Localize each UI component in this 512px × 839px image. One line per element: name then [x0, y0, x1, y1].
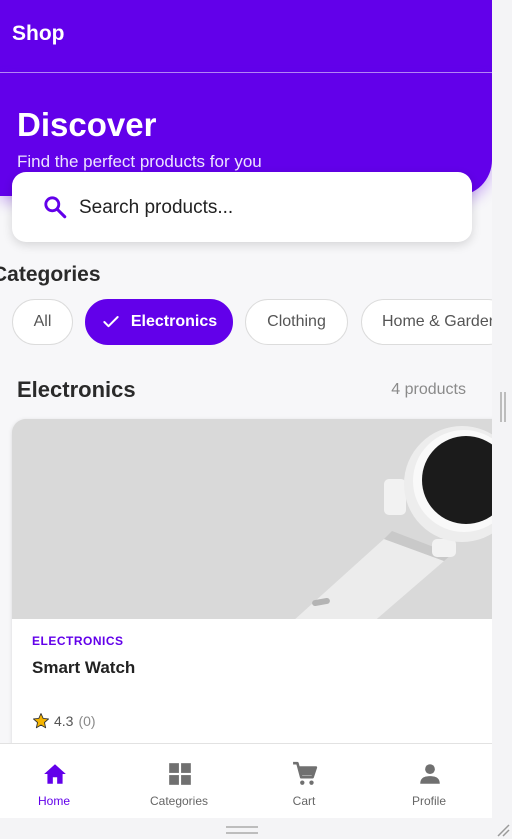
chip-home-garden[interactable]: Home & Garden [361, 299, 492, 345]
categories-heading: Categories [0, 263, 101, 286]
search-input[interactable] [77, 190, 451, 226]
star-icon [33, 713, 49, 729]
grid-icon [169, 763, 191, 785]
chip-label: Electronics [130, 313, 218, 330]
category-chips: All Electronics Clothing Home & Garden [0, 299, 492, 347]
product-rating: 4.3 (0) [32, 711, 96, 731]
scrollbar-handle[interactable] [500, 392, 506, 422]
review-count: (0) [78, 713, 96, 729]
app-title: Shop [12, 22, 65, 45]
product-card[interactable]: ELECTRONICS Smart Watch 4.3 (0) [12, 419, 492, 759]
smart-watch-image [12, 419, 492, 649]
check-icon [103, 316, 119, 328]
hero-subtitle: Find the perfect products for you [17, 152, 262, 171]
nav-cart[interactable]: Cart [259, 744, 349, 818]
home-icon [44, 764, 66, 784]
chip-label: All [33, 313, 52, 330]
product-image [12, 419, 492, 649]
shop-app: Shop Discover Find the perfect products … [0, 0, 492, 818]
nav-label: Categories [149, 794, 209, 808]
product-name: Smart Watch [32, 658, 136, 677]
chip-clothing[interactable]: Clothing [245, 299, 348, 345]
nav-profile[interactable]: Profile [384, 744, 474, 818]
search-icon[interactable] [42, 194, 68, 220]
nav-home[interactable]: Home [9, 744, 99, 818]
nav-label: Cart [292, 794, 316, 808]
hero-title: Discover [17, 106, 157, 143]
chip-label: Clothing [267, 313, 326, 330]
person-icon [420, 764, 440, 784]
resize-handle[interactable] [226, 826, 258, 834]
bottom-navigation: Home Categories Cart Profile [0, 743, 492, 818]
nav-categories[interactable]: Categories [134, 744, 224, 818]
rating-value: 4.3 [54, 713, 74, 729]
section-title: Electronics [17, 377, 136, 402]
app-bar: Shop [0, 0, 492, 73]
chip-label: Home & Garden [382, 313, 492, 330]
nav-label: Home [37, 794, 70, 808]
product-count: 4 products [391, 381, 466, 398]
search-bar[interactable] [12, 172, 472, 242]
nav-label: Profile [411, 794, 446, 808]
cart-icon [293, 761, 318, 785]
chip-electronics[interactable]: Electronics [85, 299, 233, 345]
product-category: ELECTRONICS [32, 634, 124, 648]
corner-resize-icon[interactable] [496, 823, 510, 837]
chip-all[interactable]: All [12, 299, 73, 345]
